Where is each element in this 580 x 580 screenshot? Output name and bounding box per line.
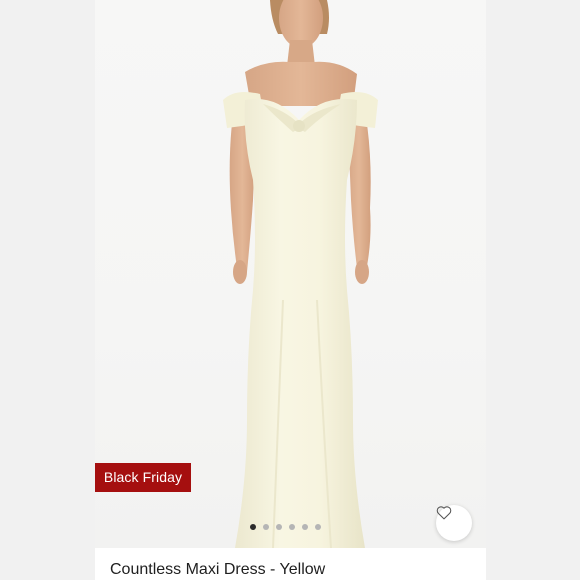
black-friday-badge: Black Friday (95, 463, 191, 492)
left-margin (0, 0, 95, 580)
product-caption: Countless Maxi Dress - Yellow (95, 548, 486, 580)
product-image[interactable]: Black Friday (95, 0, 486, 548)
carousel-dot-4[interactable] (289, 524, 295, 530)
carousel-indicator[interactable] (250, 524, 321, 532)
right-margin (486, 0, 580, 580)
carousel-dot-1[interactable] (250, 524, 256, 530)
carousel-dot-6[interactable] (315, 524, 321, 530)
product-title[interactable]: Countless Maxi Dress - Yellow (110, 561, 325, 579)
product-card: Black Friday Countless Maxi Dress - Yell… (95, 0, 486, 580)
carousel-dot-5[interactable] (302, 524, 308, 530)
heart-outline-icon (436, 506, 452, 520)
carousel-dot-3[interactable] (276, 524, 282, 530)
like-button[interactable] (436, 505, 472, 541)
carousel-dot-2[interactable] (263, 524, 269, 530)
